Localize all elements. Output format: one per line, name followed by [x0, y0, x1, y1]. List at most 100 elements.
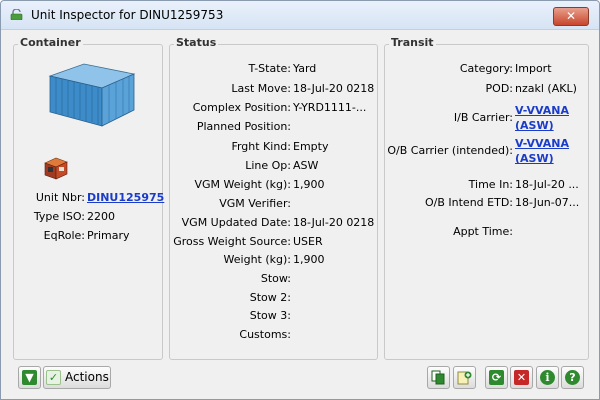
add-note-icon: [457, 371, 472, 385]
ob-carrier-label: O/B Carrier (intended):: [387, 144, 513, 157]
status-row: Stow 3:: [170, 309, 377, 325]
status-field-value: 1,900: [293, 253, 325, 266]
status-row: Stow:: [170, 272, 377, 288]
status-row: VGM Updated Date: 18-Jul-20 0218: [170, 216, 377, 232]
status-field-label: Planned Position:: [196, 120, 291, 133]
actions-button[interactable]: ✓ Actions: [43, 366, 111, 389]
padlock-icon: [10, 9, 23, 20]
status-row: VGM Weight (kg): 1,900: [170, 178, 377, 194]
status-field-value: 1,900: [293, 178, 325, 191]
status-field-value: 18-Jul-20 0218: [293, 216, 375, 229]
status-field-label: VGM Updated Date:: [181, 216, 291, 229]
status-field-value: USER: [293, 235, 323, 248]
status-row: Stow 2:: [170, 291, 377, 307]
ib-carrier-link-line2[interactable]: (ASW): [515, 119, 554, 132]
transit-panel: Transit Category: Import POD: nzakl (AKL…: [384, 36, 589, 360]
status-field-label: Gross Weight Source:: [173, 235, 291, 248]
appt-time-label: Appt Time:: [453, 225, 513, 238]
expand-toggle-button[interactable]: ▼: [18, 366, 41, 389]
status-field-value: 18-Jul-20 0218: [293, 82, 375, 95]
type-iso-value: 2200: [87, 210, 115, 223]
ib-carrier-label: I/B Carrier:: [453, 111, 513, 124]
status-field-label: Weight (kg):: [223, 253, 291, 266]
title-bar: Unit Inspector for DINU1259753 ✕: [1, 1, 599, 30]
delete-x-icon: ✕: [514, 370, 529, 385]
content-area: Container Unit Nbr: DINU125975 Type ISO:…: [1, 30, 599, 399]
container-panel: Container Unit Nbr: DINU125975 Type ISO:…: [13, 36, 164, 360]
category-value: Import: [515, 62, 552, 75]
ob-etd-label: O/B Intend ETD:: [425, 196, 513, 209]
status-field-label: Complex Position:: [192, 101, 291, 114]
add-note-button[interactable]: [453, 366, 476, 389]
help-button[interactable]: ?: [561, 366, 584, 389]
info-button[interactable]: i: [536, 366, 559, 389]
status-field-label: Stow 2:: [249, 291, 291, 304]
info-icon: i: [540, 370, 555, 385]
status-field-value: Y-YRD1111-...: [293, 101, 367, 114]
status-row: T-State: Yard: [170, 62, 377, 78]
ob-carrier-link-line2[interactable]: (ASW): [515, 152, 554, 165]
chevron-down-icon: ▼: [22, 370, 37, 385]
status-field-label: Frght Kind:: [231, 140, 291, 153]
status-field-label: Customs:: [239, 328, 291, 341]
reefer-unit-icon: [44, 157, 68, 180]
unit-nbr-row: Unit Nbr: DINU125975: [14, 191, 164, 207]
pod-value: nzakl (AKL): [515, 82, 577, 95]
status-field-label: Last Move:: [231, 82, 291, 95]
window-title: Unit Inspector for DINU1259753: [31, 8, 224, 22]
status-row: Line Op: ASW: [170, 159, 377, 175]
checkmark-icon: ✓: [46, 370, 61, 385]
ob-etd-value: 18-Jun-07...: [515, 196, 580, 209]
ob-carrier-row: O/B Carrier (intended): V-VVANA (ASW): [385, 137, 588, 169]
eqrole-value: Primary: [87, 229, 130, 242]
pod-row: POD: nzakl (AKL): [385, 82, 588, 98]
status-field-value: ASW: [293, 159, 319, 172]
status-field-label: Stow:: [260, 272, 291, 285]
unit-inspector-window: Unit Inspector for DINU1259753 ✕ Contain…: [0, 0, 600, 400]
copy-icon: [431, 370, 445, 385]
time-in-row: Time In: 18-Jul-20 ...: [385, 178, 588, 194]
shipping-container-icon: [48, 63, 136, 127]
status-heading: Status: [174, 36, 219, 49]
status-row: Planned Position:: [170, 120, 377, 136]
actions-label: Actions: [65, 370, 109, 384]
refresh-icon: ⟳: [489, 370, 504, 385]
eqrole-row: EqRole: Primary: [14, 229, 162, 245]
category-row: Category: Import: [385, 62, 588, 78]
status-field-label: T-State:: [248, 62, 291, 75]
status-field-value: Yard: [293, 62, 317, 75]
time-in-label: Time In:: [468, 178, 513, 191]
eqrole-label: EqRole:: [43, 229, 85, 242]
status-field-label: VGM Verifier:: [219, 197, 291, 210]
status-row: VGM Verifier:: [170, 197, 377, 213]
status-row: Weight (kg): 1,900: [170, 253, 377, 269]
refresh-button[interactable]: ⟳: [485, 366, 508, 389]
time-in-value: 18-Jul-20 ...: [515, 178, 579, 191]
status-field-label: Line Op:: [245, 159, 291, 172]
ob-carrier-link-line1[interactable]: V-VVANA: [515, 137, 569, 150]
status-row: Complex Position: Y-YRD1111-...: [170, 101, 377, 117]
status-row: Last Move: 18-Jul-20 0218: [170, 82, 377, 98]
ib-carrier-row: I/B Carrier: V-VVANA (ASW): [385, 104, 588, 136]
transit-heading: Transit: [389, 36, 436, 49]
type-iso-row: Type ISO: 2200: [14, 210, 162, 226]
close-button[interactable]: ✕: [553, 7, 589, 26]
unit-nbr-label: Unit Nbr:: [35, 191, 85, 204]
status-field-label: VGM Weight (kg):: [194, 178, 292, 191]
container-heading: Container: [18, 36, 83, 49]
status-panel: Status T-State: Yard Last Move: 18-Jul-20 0…: [169, 36, 378, 360]
pod-label: POD:: [485, 82, 513, 95]
copy-button[interactable]: [427, 366, 450, 389]
status-field-value: Empty: [293, 140, 329, 153]
status-row: Customs:: [170, 328, 377, 344]
appt-time-row: Appt Time:: [385, 225, 588, 241]
status-field-label: Stow 3:: [249, 309, 291, 322]
status-row: Gross Weight Source: USER: [170, 235, 377, 251]
ib-carrier-link-line1[interactable]: V-VVANA: [515, 104, 569, 117]
status-row: Frght Kind: Empty: [170, 140, 377, 156]
help-icon: ?: [565, 370, 580, 385]
type-iso-label: Type ISO:: [33, 210, 85, 223]
ob-etd-row: O/B Intend ETD: 18-Jun-07...: [385, 196, 588, 212]
unit-nbr-link[interactable]: DINU125975: [87, 191, 164, 204]
delete-button[interactable]: ✕: [510, 366, 533, 389]
